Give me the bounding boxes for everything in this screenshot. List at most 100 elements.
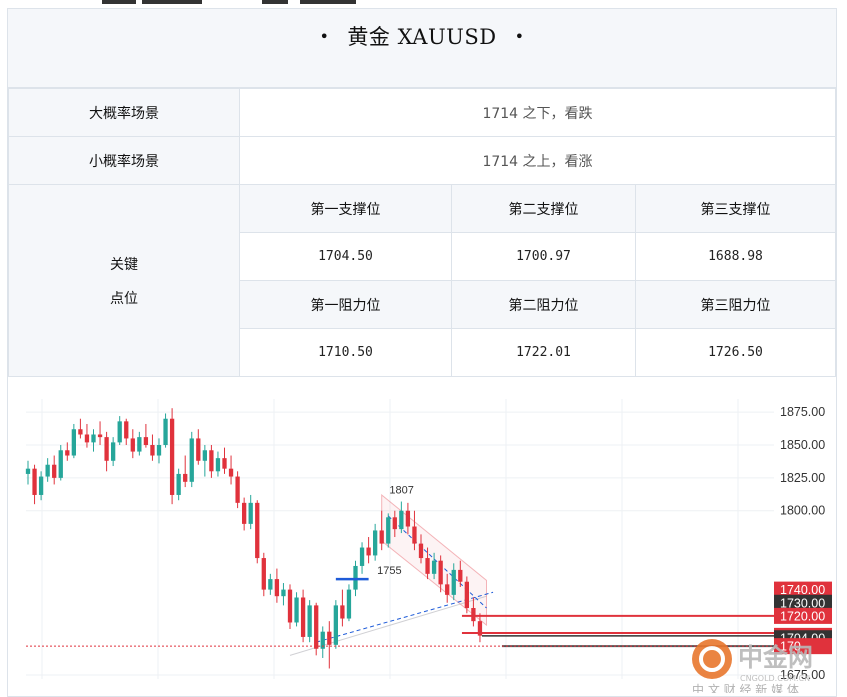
y-axis-tick-label: 1800.00 [780,504,825,518]
candle [359,542,365,574]
candle [117,416,122,446]
resistance-1-header: 第一阻力位 [239,280,452,329]
candle-body [183,473,188,482]
candle-body [471,608,476,622]
candle [222,447,227,474]
candle [130,429,135,459]
candle [464,576,469,614]
candle-body [228,468,234,477]
cngold-watermark: 中金网 CNGOLD.COM.CN 中 文 财 经 新 媒 体 [692,639,813,693]
candle-body [150,445,155,456]
support-1-header: 第一支撑位 [239,184,452,233]
support-3-value: 1688.98 [635,232,836,281]
candle-body [399,510,404,530]
candle-body [117,421,122,443]
key-levels-label-line2: 点位 [110,290,138,307]
candle-body [255,502,260,559]
candle-body [261,558,266,590]
y-axis-tick-label: 1825.00 [780,471,825,485]
candle [91,429,96,452]
candle [202,445,207,477]
candle [150,434,155,461]
candlestick-chart: 1875.001850.001825.001800.001675.00 1740… [25,399,832,693]
candle-body [327,631,332,645]
candle [97,421,103,446]
y-axis-tick-label: 1850.00 [780,438,825,452]
candle-body [458,569,463,582]
candle [189,431,194,488]
candle [228,455,234,485]
candle [163,413,168,448]
candle-body [412,526,417,544]
watermark-brand: 中金网 [738,643,813,672]
candle-body [156,445,162,456]
top-cut-off-text [0,0,847,8]
candle-body [314,605,319,649]
candle [137,431,142,456]
levels-table: 大概率场景 1714 之下，看跌 小概率场景 1714 之上，看涨 关键 点位 … [8,88,836,377]
candle-body [464,581,469,609]
candle-body [366,547,371,556]
candle [373,523,378,561]
candle-body [71,429,76,456]
candle-body [405,510,411,527]
chart-panel: 1875.00 1850.00 1825.00 1800.00 1675.00 1740… [8,376,836,696]
candle-body [333,605,338,645]
candle [169,408,175,505]
candle-body [379,530,384,544]
y-axis-tick-label: 1875.00 [780,405,825,419]
candle-body [176,473,181,495]
watermark-tagline: 中 文 财 经 新 媒 体 [692,682,799,693]
candle [314,602,319,656]
candle [71,423,76,459]
candle-body [300,597,306,637]
candle [58,445,63,481]
key-levels-label-line1: 关键 [110,256,138,273]
candle-body [386,517,391,544]
title-bullet-left: • [319,27,330,46]
candle [176,468,181,501]
candle [333,600,338,649]
candle-body [209,450,214,472]
minor-scenario-label: 小概率场景 [8,136,240,185]
candle [25,460,31,485]
candle-body [163,418,168,446]
candle [327,621,332,669]
candle-body [307,605,312,637]
candle [320,626,325,658]
candle-body [65,450,70,456]
candle-body [340,605,345,619]
candle-body [418,543,424,559]
high-annotation: 1807 [389,485,413,497]
candle-body [438,560,443,585]
candle [340,589,345,627]
candle-body [32,468,37,495]
title-bullet-right: • [514,27,525,46]
candle-body [431,560,437,574]
candle [261,552,266,597]
minor-scenario-value: 1714 之上，看涨 [239,136,836,185]
major-scenario-label: 大概率场景 [8,88,240,137]
candle [38,471,44,501]
candle-body [97,434,103,438]
candle-body [294,597,299,623]
candle-body [242,502,247,524]
candle-body [45,464,50,477]
candle [111,437,116,467]
candle-body [248,502,253,524]
candle-body [235,476,240,503]
candle [183,455,188,488]
candle-body [287,589,293,623]
candle [255,500,260,564]
candle [268,573,273,595]
candle-body [222,458,227,469]
major-scenario-row: 大概率场景 1714 之下，看跌 [8,88,836,137]
candle-body [202,450,207,461]
candle-body [124,421,129,439]
candle-body [130,438,135,452]
candle-body [353,565,358,590]
candle-body [111,442,116,461]
candle-body [104,437,109,461]
candle-body [25,468,31,474]
candle [78,418,83,439]
